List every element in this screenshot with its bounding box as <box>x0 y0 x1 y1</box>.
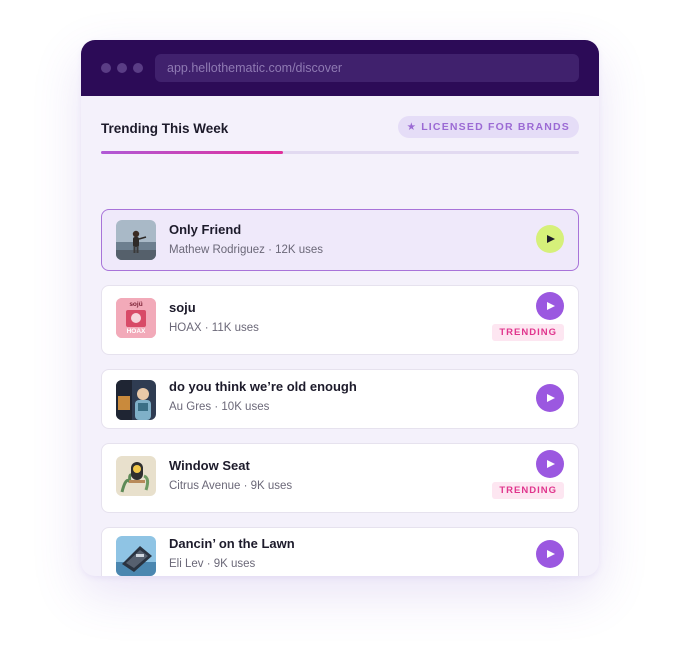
trending-badge: TRENDING <box>492 482 564 499</box>
browser-window: app.hellothematic.com/discover Trending … <box>81 40 599 576</box>
album-art-soju: sojü HOAX <box>116 298 156 338</box>
album-art-text-top: sojü <box>129 301 143 308</box>
track-title: Dancin’ on the Lawn <box>169 536 295 551</box>
browser-titlebar: app.hellothematic.com/discover <box>81 40 599 96</box>
album-art-old-enough <box>116 380 156 420</box>
url-bar[interactable]: app.hellothematic.com/discover <box>155 54 579 82</box>
licensed-badge: ★ LICENSED FOR BRANDS <box>397 116 579 138</box>
track-row[interactable]: Only Friend Mathew Rodriguez · 12K uses <box>101 209 579 271</box>
track-row[interactable]: do you think we’re old enough Au Gres · … <box>101 369 579 429</box>
track-meta: Citrus Avenue · 9K uses <box>169 480 293 492</box>
track-title: soju <box>169 300 196 315</box>
progress-fill <box>101 151 283 154</box>
album-art-text-bottom: HOAX <box>126 328 146 335</box>
album-art-dancin-on-the-lawn <box>116 536 156 576</box>
track-row[interactable]: sojü HOAX soju HOAX · 11K uses TRENDING <box>101 285 579 355</box>
star-icon: ★ <box>406 121 418 133</box>
track-meta: Au Gres · 10K uses <box>169 401 270 413</box>
play-icon <box>547 460 555 468</box>
album-art-only-friend <box>116 220 156 260</box>
section-title: Trending This Week <box>101 121 229 136</box>
window-maximize-dot[interactable] <box>133 63 143 73</box>
play-button[interactable] <box>536 540 564 568</box>
track-row[interactable]: Dancin’ on the Lawn Eli Lev · 9K uses <box>101 527 579 576</box>
play-button[interactable] <box>536 384 564 412</box>
track-title: Window Seat <box>169 458 250 473</box>
play-button[interactable] <box>536 450 564 478</box>
play-icon <box>547 394 555 402</box>
play-button[interactable] <box>536 225 564 253</box>
trending-badge: TRENDING <box>492 324 564 341</box>
window-close-dot[interactable] <box>101 63 111 73</box>
play-icon <box>547 302 555 310</box>
window-minimize-dot[interactable] <box>117 63 127 73</box>
track-meta: HOAX · 11K uses <box>169 322 259 334</box>
track-title: do you think we’re old enough <box>169 379 357 394</box>
track-meta: Mathew Rodriguez · 12K uses <box>169 244 324 256</box>
licensed-badge-label: LICENSED FOR BRANDS <box>421 121 570 133</box>
play-icon <box>547 550 555 558</box>
play-button[interactable] <box>536 292 564 320</box>
track-title: Only Friend <box>169 222 242 237</box>
track-meta: Eli Lev · 9K uses <box>169 558 256 570</box>
track-row[interactable]: Window Seat Citrus Avenue · 9K uses TREN… <box>101 443 579 513</box>
progress-track <box>101 151 579 154</box>
album-art-window-seat <box>116 456 156 496</box>
play-icon <box>547 235 555 243</box>
